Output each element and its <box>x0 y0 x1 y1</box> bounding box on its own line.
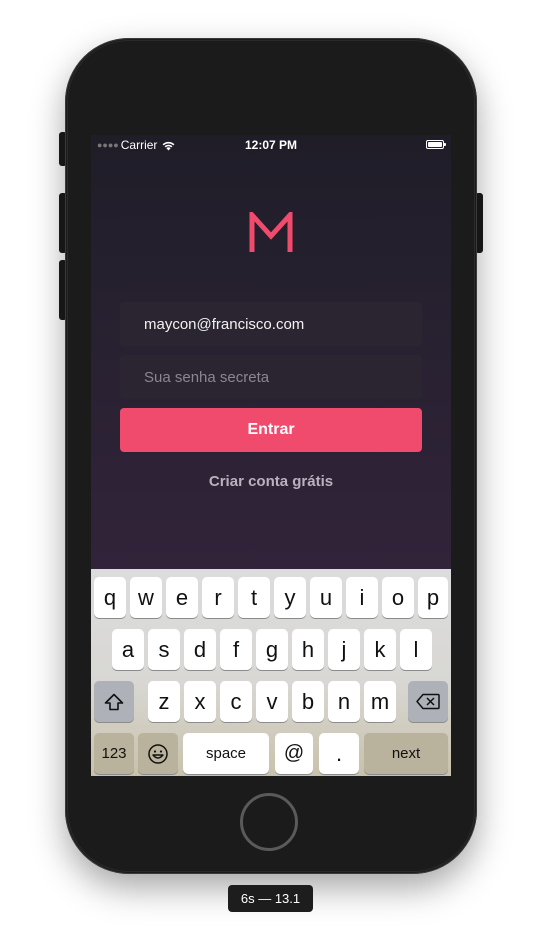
at-key[interactable]: @ <box>275 733 313 774</box>
create-account-button[interactable]: Criar conta grátis <box>120 469 422 493</box>
emoji-key[interactable] <box>138 733 178 774</box>
key-t[interactable]: t <box>238 577 270 618</box>
key-c[interactable]: c <box>220 681 252 722</box>
device-version-label: 6s — 13.1 <box>228 885 313 912</box>
space-key[interactable]: space <box>183 733 269 774</box>
key-v[interactable]: v <box>256 681 288 722</box>
delete-key[interactable] <box>408 681 448 722</box>
key-z[interactable]: z <box>148 681 180 722</box>
emoji-smiley-icon <box>148 743 168 764</box>
key-l[interactable]: l <box>400 629 432 670</box>
key-q[interactable]: q <box>94 577 126 618</box>
key-y[interactable]: y <box>274 577 306 618</box>
battery-icon <box>426 140 446 149</box>
key-n[interactable]: n <box>328 681 360 722</box>
key-f[interactable]: f <box>220 629 252 670</box>
key-u[interactable]: u <box>310 577 342 618</box>
key-m[interactable]: m <box>364 681 396 722</box>
on-screen-keyboard: q w e r t y u i o p a s d f g h j k l z … <box>91 569 451 776</box>
key-b[interactable]: b <box>292 681 324 722</box>
submit-button[interactable]: Entrar <box>120 408 422 452</box>
key-s[interactable]: s <box>148 629 180 670</box>
backspace-icon <box>416 693 440 710</box>
password-field[interactable]: Sua senha secreta <box>120 355 422 399</box>
home-button[interactable] <box>240 793 298 851</box>
dot-key[interactable]: . <box>319 733 359 774</box>
key-r[interactable]: r <box>202 577 234 618</box>
key-w[interactable]: w <box>130 577 162 618</box>
key-x[interactable]: x <box>184 681 216 722</box>
key-o[interactable]: o <box>382 577 414 618</box>
next-key[interactable]: next <box>364 733 448 774</box>
numbers-key[interactable]: 123 <box>94 733 134 774</box>
key-e[interactable]: e <box>166 577 198 618</box>
key-p[interactable]: p <box>418 577 448 618</box>
app-logo-m-icon <box>249 212 293 252</box>
app-screen: ●●●● Carrier 12:07 PM maycon@francisco.c… <box>91 135 451 776</box>
key-h[interactable]: h <box>292 629 324 670</box>
key-j[interactable]: j <box>328 629 360 670</box>
key-k[interactable]: k <box>364 629 396 670</box>
shift-arrow-icon <box>104 693 124 710</box>
shift-key[interactable] <box>94 681 134 722</box>
key-g[interactable]: g <box>256 629 288 670</box>
key-a[interactable]: a <box>112 629 144 670</box>
key-d[interactable]: d <box>184 629 216 670</box>
email-field[interactable]: maycon@francisco.com <box>120 302 422 346</box>
key-i[interactable]: i <box>346 577 378 618</box>
status-time: 12:07 PM <box>244 138 298 152</box>
status-bar: ●●●● Carrier 12:07 PM <box>91 135 451 155</box>
